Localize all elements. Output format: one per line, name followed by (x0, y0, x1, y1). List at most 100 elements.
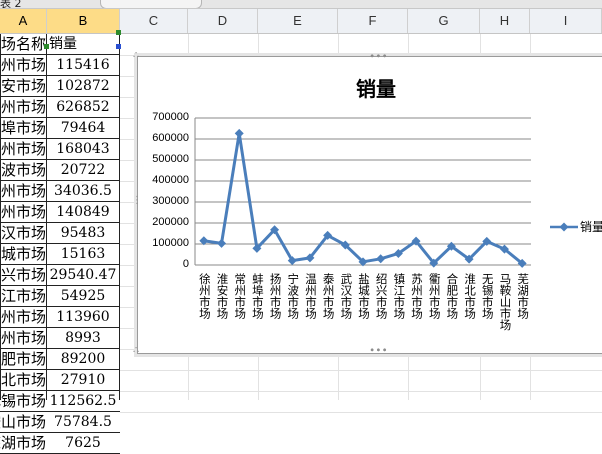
chart-frame[interactable]: ∙∙∙ ∙∙∙ ⋮ ∴ ∴ 销量 700000 600000 500000 40000… (132, 51, 602, 356)
cell-market-name[interactable]: 无锡市场 (0, 391, 46, 411)
cell-sales[interactable]: 15163 (47, 244, 119, 264)
cell-sales[interactable]: 8993 (47, 328, 119, 348)
cell-sales[interactable]: 75784.5 (47, 412, 119, 432)
cell-text: 蚌埠市场 (0, 119, 46, 137)
x-tick-label: 扬州市场 (268, 273, 283, 319)
table-row: 盐城市场15163 (0, 244, 120, 265)
cell-market-name[interactable]: 绍兴市场 (0, 265, 46, 285)
sheet-tab[interactable]: 表 2 (0, 0, 22, 8)
x-tick-label: 苏州市场 (410, 273, 425, 319)
column-header-d[interactable]: D (188, 9, 258, 33)
table-row: 徐州市场115416 (0, 55, 120, 76)
column-header-h[interactable]: H (480, 9, 530, 33)
cell-sales[interactable]: 29540.47 (47, 265, 119, 285)
cell-market-name[interactable]: 泰州市场 (0, 202, 46, 222)
cell-market-name[interactable]: 宁波市场 (0, 160, 46, 180)
table-row: 市场名称 销量 (0, 34, 120, 55)
data-point (376, 254, 386, 264)
table-row: 淮安市场102872 (0, 76, 120, 97)
cell-market-name[interactable]: 武汉市场 (0, 223, 46, 243)
x-tick-label: 绍兴市场 (374, 273, 389, 319)
grid-row-line (120, 412, 602, 413)
y-tick-label: 600000 (152, 132, 189, 144)
grid-row-line (120, 370, 602, 371)
cell-text: 马鞍山市场 (0, 413, 46, 431)
cell-market-name[interactable]: 盐城市场 (0, 244, 46, 264)
cell-market-name[interactable]: 合肥市场 (0, 349, 46, 369)
cell-sales[interactable]: 168043 (47, 139, 119, 159)
cell-text: 武汉市场 (0, 224, 46, 242)
selection-handle[interactable] (116, 44, 121, 49)
x-tick-label: 宁波市场 (286, 273, 301, 319)
table-row: 绍兴市场29540.47 (0, 265, 120, 286)
cell-market-name[interactable]: 常州市场 (0, 97, 46, 117)
grid-row-line (120, 391, 602, 392)
cell-sales[interactable]: 113960 (47, 307, 119, 327)
column-header-i[interactable]: I (530, 9, 602, 33)
cell-sales[interactable]: 112562.5 (47, 391, 119, 411)
cell-market-name[interactable]: 扬州市场 (0, 139, 46, 159)
table-row: 苏州市场113960 (0, 307, 120, 328)
y-tick-label: 200000 (152, 216, 189, 228)
cell-market-name[interactable]: 淮北市场 (0, 370, 46, 390)
selection-handle[interactable] (116, 30, 121, 35)
cell-sales[interactable]: 626852 (47, 97, 119, 117)
table-row: 宁波市场20722 (0, 160, 120, 181)
cell-sales[interactable]: 54925 (47, 286, 119, 306)
table-row: 武汉市场95483 (0, 223, 120, 244)
cell-sales[interactable]: 79464 (47, 118, 119, 138)
x-tick-label: 蚌埠市场 (250, 273, 265, 319)
column-header-c[interactable]: C (120, 9, 188, 33)
cell-text: 宁波市场 (0, 161, 46, 179)
x-tick-label: 衢州市场 (427, 273, 442, 319)
column-header-f[interactable]: F (338, 9, 408, 33)
cell-market-name[interactable]: 苏州市场 (0, 307, 46, 327)
x-tick-label: 淮北市场 (463, 273, 478, 319)
cell-sales[interactable]: 20722 (47, 160, 119, 180)
legend-label: 销量 (580, 220, 602, 234)
column-header-g[interactable]: G (408, 9, 480, 33)
table-row: 温州市场34036.5 (0, 181, 120, 202)
table-row: 蚌埠市场79464 (0, 118, 120, 139)
column-header-b[interactable]: B (47, 9, 120, 33)
cell-sales[interactable]: 140849 (47, 202, 119, 222)
x-tick-label: 合肥市场 (445, 273, 460, 319)
table-row: 镇江市场54925 (0, 286, 120, 307)
y-tick-label: 100000 (152, 237, 189, 249)
cell-sales[interactable]: 102872 (47, 76, 119, 96)
table-row: 马鞍山市场75784.5 (0, 412, 120, 433)
cell-market-name[interactable]: 马鞍山市场 (0, 412, 46, 432)
column-header-row: ABCDEFGHI (0, 9, 602, 34)
cell-market-name[interactable]: 徐州市场 (0, 55, 46, 75)
cell-text: 常州市场 (0, 98, 46, 116)
data-point (217, 238, 227, 248)
x-tick-label: 无锡市场 (480, 273, 495, 319)
column-header-a[interactable]: A (0, 9, 47, 33)
cell-sales[interactable]: 95483 (47, 223, 119, 243)
cell-market-name[interactable]: 衢州市场 (0, 328, 46, 348)
cell-sales[interactable]: 89200 (47, 349, 119, 369)
cell-market-name[interactable]: 芜湖市场 (0, 433, 46, 453)
cell-market-name[interactable]: 蚌埠市场 (0, 118, 46, 138)
cell-market-name[interactable]: 温州市场 (0, 181, 46, 201)
cell-market-name[interactable]: 镇江市场 (0, 286, 46, 306)
x-tick-label: 淮安市场 (215, 273, 230, 319)
sheet-tab-scroll[interactable] (100, 0, 202, 8)
cell-sales[interactable]: 34036.5 (47, 181, 119, 201)
column-header-e[interactable]: E (258, 9, 338, 33)
cell-sales[interactable]: 27910 (47, 370, 119, 390)
cell-header-a[interactable]: 市场名称 (0, 34, 46, 54)
cell-sales[interactable]: 115416 (47, 55, 119, 75)
cell-text: 温州市场 (0, 182, 46, 200)
cell-text: 苏州市场 (0, 308, 46, 326)
table-row: 泰州市场140849 (0, 202, 120, 223)
data-point (234, 128, 244, 138)
resize-handle-left[interactable]: ⋮ (132, 196, 142, 206)
cell-text: 合肥市场 (0, 350, 46, 368)
cell-text: 芜湖市场 (0, 434, 46, 452)
cell-market-name[interactable]: 淮安市场 (0, 76, 46, 96)
selection-handle[interactable] (44, 44, 49, 49)
table-row: 淮北市场27910 (0, 370, 120, 391)
cell-header-b[interactable]: 销量 (47, 34, 121, 54)
cell-sales[interactable]: 7625 (47, 433, 119, 453)
